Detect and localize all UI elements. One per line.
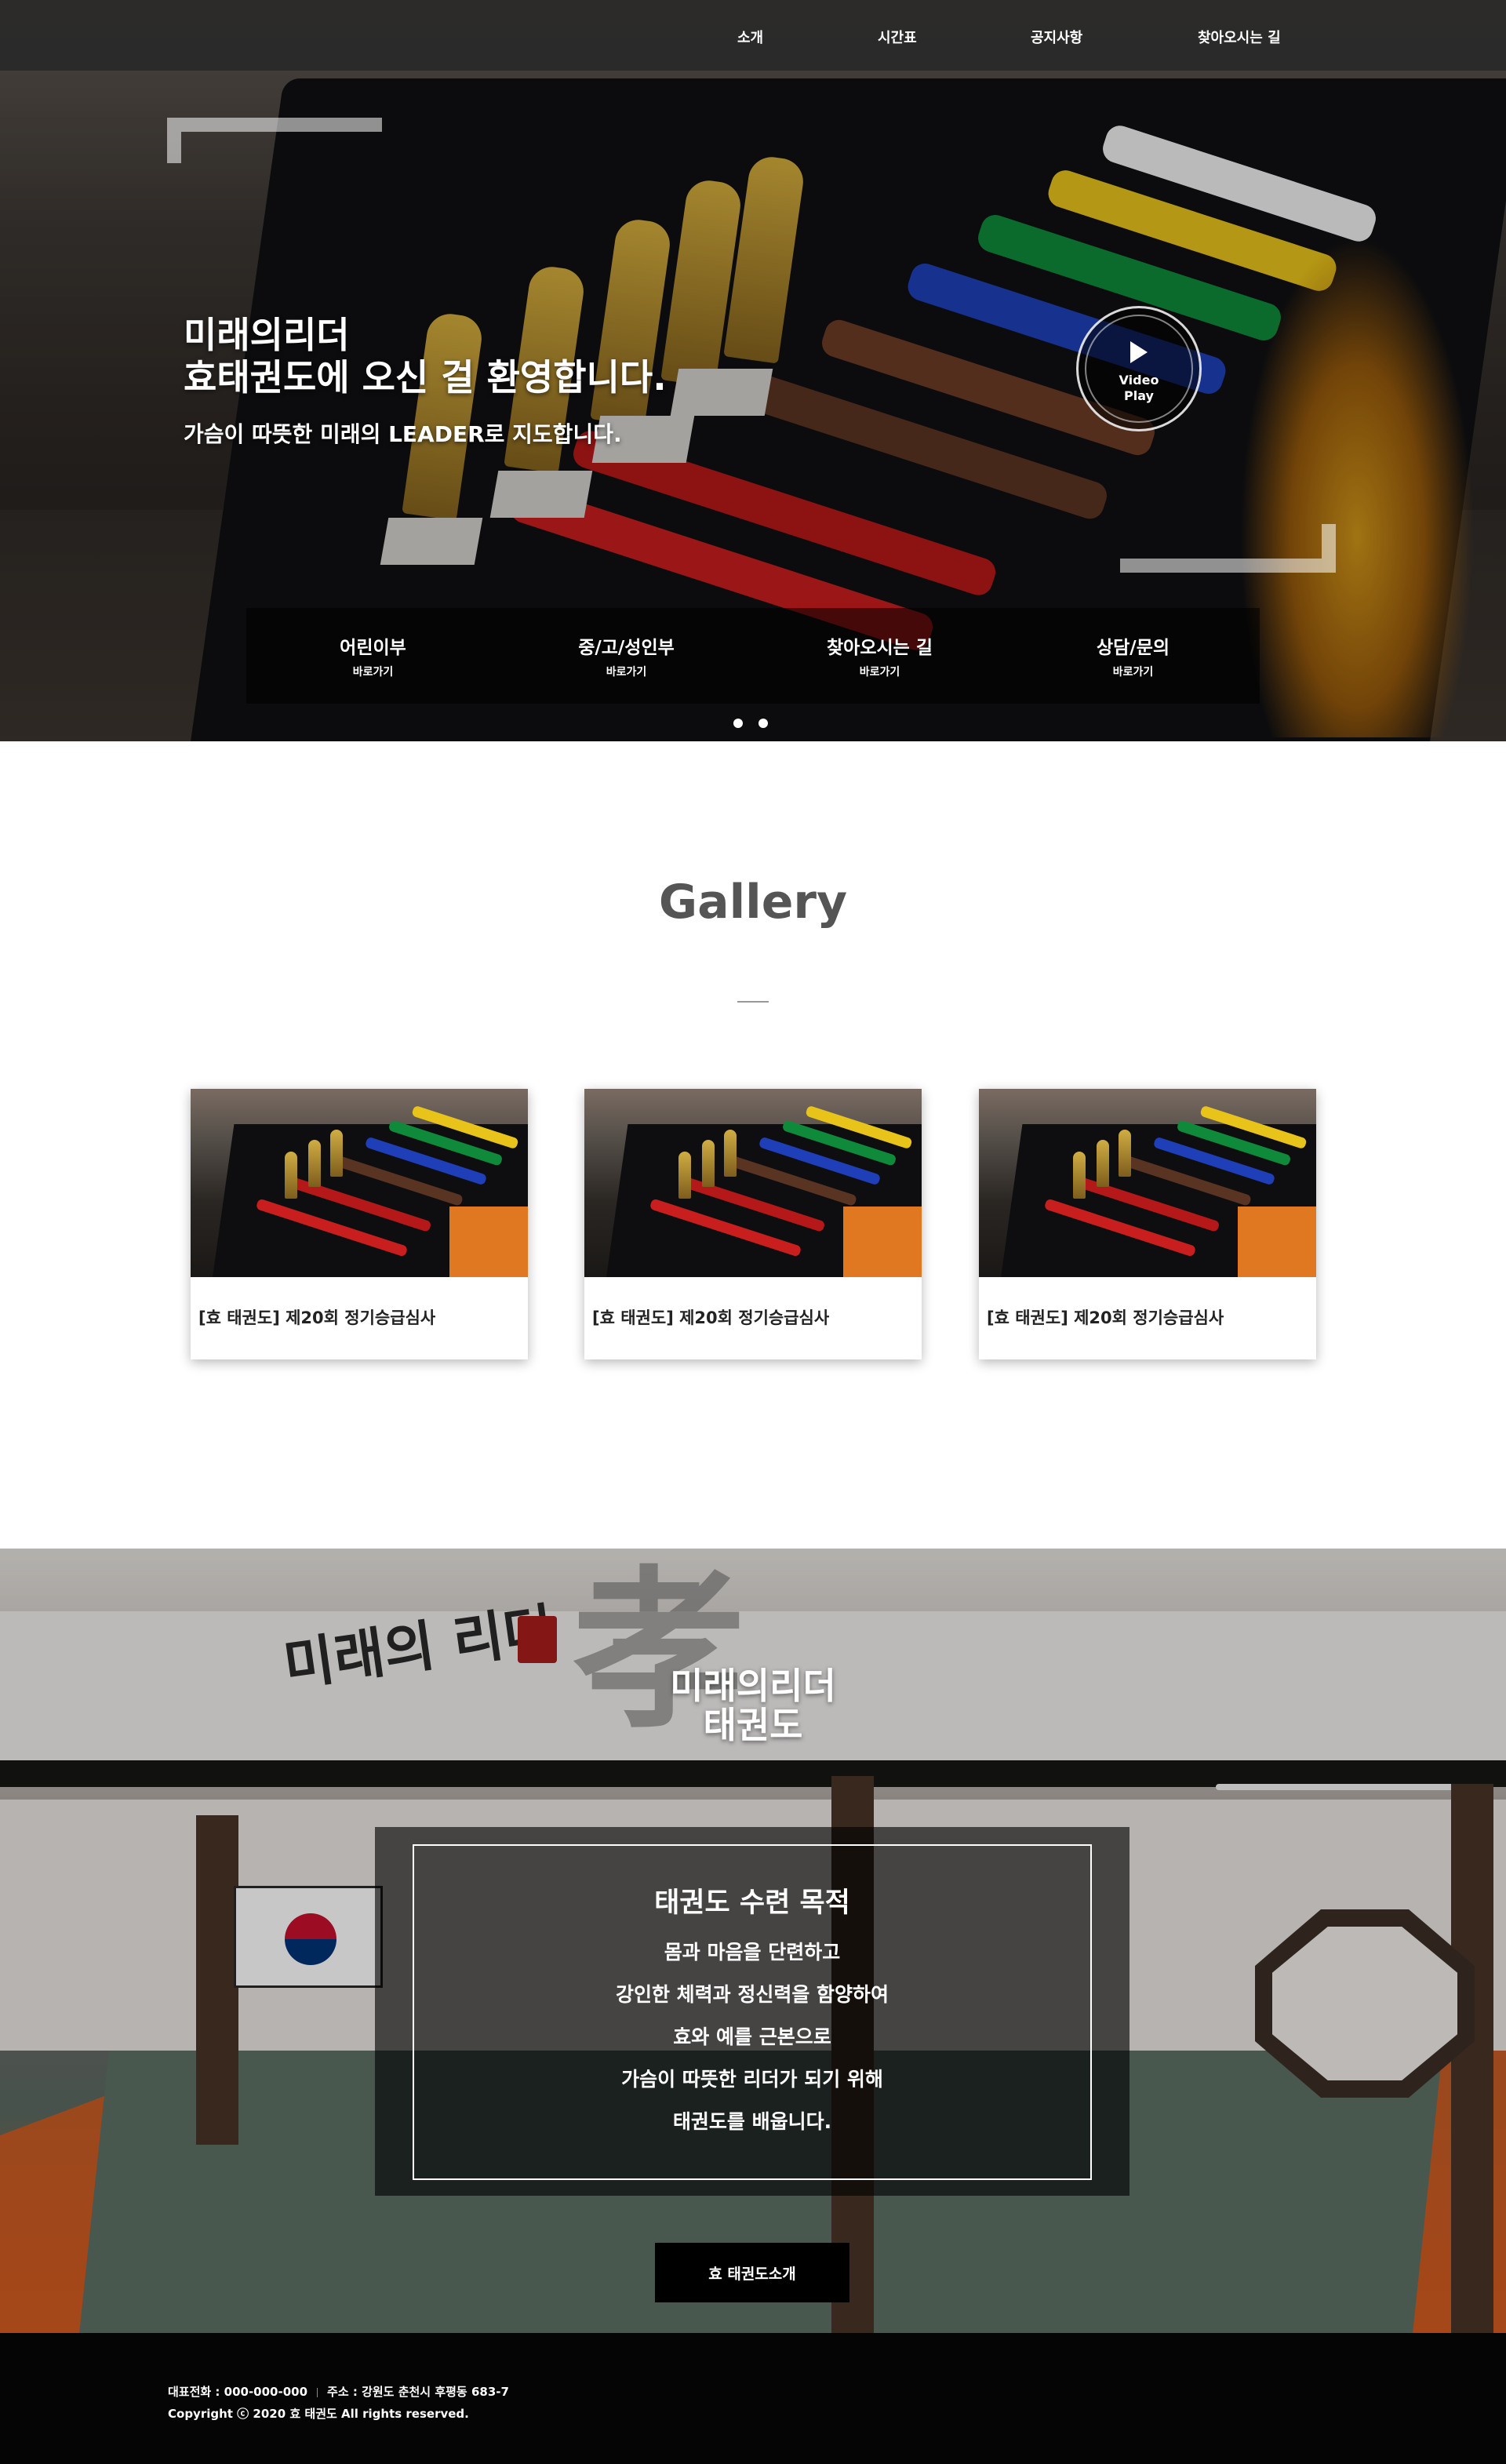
decor-bracket-bottom-right [1120, 524, 1336, 573]
gallery-thumbnail [584, 1089, 922, 1277]
hero-title: 미래의리더 효태권도에 오신 걸 환영합니다. [184, 314, 667, 399]
training-purpose-box: 태권도 수련 목적 몸과 마음을 단련하고 강인한 체력과 정신력을 함양하여 … [375, 1827, 1130, 2196]
quicklink-children[interactable]: 어린이부 바로가기 [246, 608, 500, 704]
quicklink-title: 중/고/성인부 [578, 638, 675, 658]
footer-copyright: Copyright ⓒ 2020 효 태권도 All rights reserv… [168, 2407, 469, 2421]
slider-dot-2[interactable] [758, 719, 768, 728]
quicklink-shortcut: 바로가기 [1112, 666, 1154, 679]
purpose-line: 태권도를 배웁니다. [672, 2110, 832, 2133]
site-footer: 대표전화 : 000-000-000 주소 : 강원도 춘천시 후평동 683-7… [0, 2333, 1506, 2464]
video-label-2: Play [1124, 388, 1154, 403]
thumb-floor [843, 1207, 922, 1277]
gallery-thumbnail [979, 1089, 1316, 1277]
thumb-floor [1238, 1207, 1316, 1277]
thumb-trophy [702, 1140, 715, 1187]
slider-dot-1[interactable] [733, 719, 743, 728]
quicklink-shortcut: 바로가기 [606, 666, 647, 679]
top-navigation: 소개 시간표 공지사항 찾아오시는 길 [0, 0, 1506, 71]
gallery-title: Gallery [658, 875, 848, 930]
purpose-line: 효와 예를 근본으로 [673, 2025, 831, 2048]
quicklink-title: 어린이부 [340, 638, 406, 658]
taekwondo-intro-button[interactable]: 효 태권도소개 [655, 2243, 849, 2302]
hero-title-line1: 미래의리더 [184, 314, 350, 356]
footer-separator [317, 2387, 318, 2397]
purpose-line: 몸과 마음을 단련하고 [664, 1941, 841, 1964]
purpose-title: 태권도 수련 목적 [654, 1887, 850, 1919]
thumb-trophy [678, 1152, 691, 1199]
gallery-card[interactable]: [효 태권도] 제20회 정기승급심사 [979, 1089, 1316, 1359]
thumb-trophy [1119, 1130, 1131, 1177]
hero-subtitle: 가슴이 따뜻한 미래의 LEADER로 지도합니다. [184, 421, 622, 447]
video-play-button[interactable]: Video Play [1076, 306, 1202, 431]
slider-pagination [733, 719, 768, 728]
gallery-divider [737, 1001, 769, 1003]
dojang-title-line1: 미래의리더 [670, 1665, 836, 1707]
gallery-caption: [효 태권도] 제20회 정기승급심사 [987, 1308, 1224, 1327]
gallery-card[interactable]: [효 태권도] 제20회 정기승급심사 [191, 1089, 528, 1359]
gallery-caption: [효 태권도] 제20회 정기승급심사 [198, 1308, 436, 1327]
quicklink-teen-adult[interactable]: 중/고/성인부 바로가기 [500, 608, 753, 704]
footer-contact-line: 대표전화 : 000-000-000 주소 : 강원도 춘천시 후평동 683-7 [168, 2383, 509, 2400]
nav-item-about[interactable]: 소개 [737, 27, 763, 47]
hero-banner: 미래의리더 효태권도에 오신 걸 환영합니다. 가슴이 따뜻한 미래의 LEAD… [0, 0, 1506, 741]
quicklink-shortcut: 바로가기 [352, 666, 394, 679]
video-play-label: Video Play [1079, 373, 1199, 404]
quick-links-bar: 어린이부 바로가기 중/고/성인부 바로가기 찾아오시는 길 바로가기 상담/문… [246, 608, 1260, 704]
quicklink-consulting[interactable]: 상담/문의 바로가기 [1006, 608, 1260, 704]
quicklink-title: 상담/문의 [1096, 638, 1170, 658]
nav-item-directions[interactable]: 찾아오시는 길 [1198, 27, 1281, 47]
gallery-thumbnail [191, 1089, 528, 1277]
purpose-line: 가슴이 따뜻한 리더가 되기 위해 [621, 2068, 883, 2091]
footer-address: 주소 : 강원도 춘천시 후평동 683-7 [327, 2385, 509, 2399]
thumb-trophy [308, 1140, 321, 1187]
hero-title-line2: 효태권도에 오신 걸 환영합니다. [184, 356, 667, 399]
video-label-1: Video [1119, 373, 1159, 388]
play-icon [1130, 341, 1148, 363]
quicklink-shortcut: 바로가기 [859, 666, 900, 679]
dojang-title-line2: 태권도 [703, 1704, 803, 1746]
quicklink-directions[interactable]: 찾아오시는 길 바로가기 [753, 608, 1006, 704]
gallery-caption: [효 태권도] 제20회 정기승급심사 [592, 1308, 830, 1327]
nav-item-notice[interactable]: 공지사항 [1031, 27, 1082, 47]
footer-phone: 대표전화 : 000-000-000 [168, 2385, 308, 2399]
decor-bracket-top-left [167, 118, 382, 163]
quicklink-title: 찾아오시는 길 [827, 638, 933, 658]
thumb-trophy [330, 1130, 343, 1177]
gallery-card[interactable]: [효 태권도] 제20회 정기승급심사 [584, 1089, 922, 1359]
dojang-intro-section: 미래의 리더 孝 미래의리더 태권도 태권도 수련 목적 몸과 마음을 단련하고… [0, 1549, 1506, 2333]
thumb-trophy [1073, 1152, 1086, 1199]
thumb-floor [449, 1207, 528, 1277]
video-ring [1085, 315, 1193, 423]
dojang-title: 미래의리더 태권도 [0, 1666, 1506, 1745]
purpose-line: 강인한 체력과 정신력을 함양하여 [615, 1983, 889, 2006]
thumb-trophy [724, 1130, 737, 1177]
thumb-trophy [1097, 1140, 1109, 1187]
nav-item-schedule[interactable]: 시간표 [878, 27, 917, 47]
thumb-trophy [285, 1152, 297, 1199]
